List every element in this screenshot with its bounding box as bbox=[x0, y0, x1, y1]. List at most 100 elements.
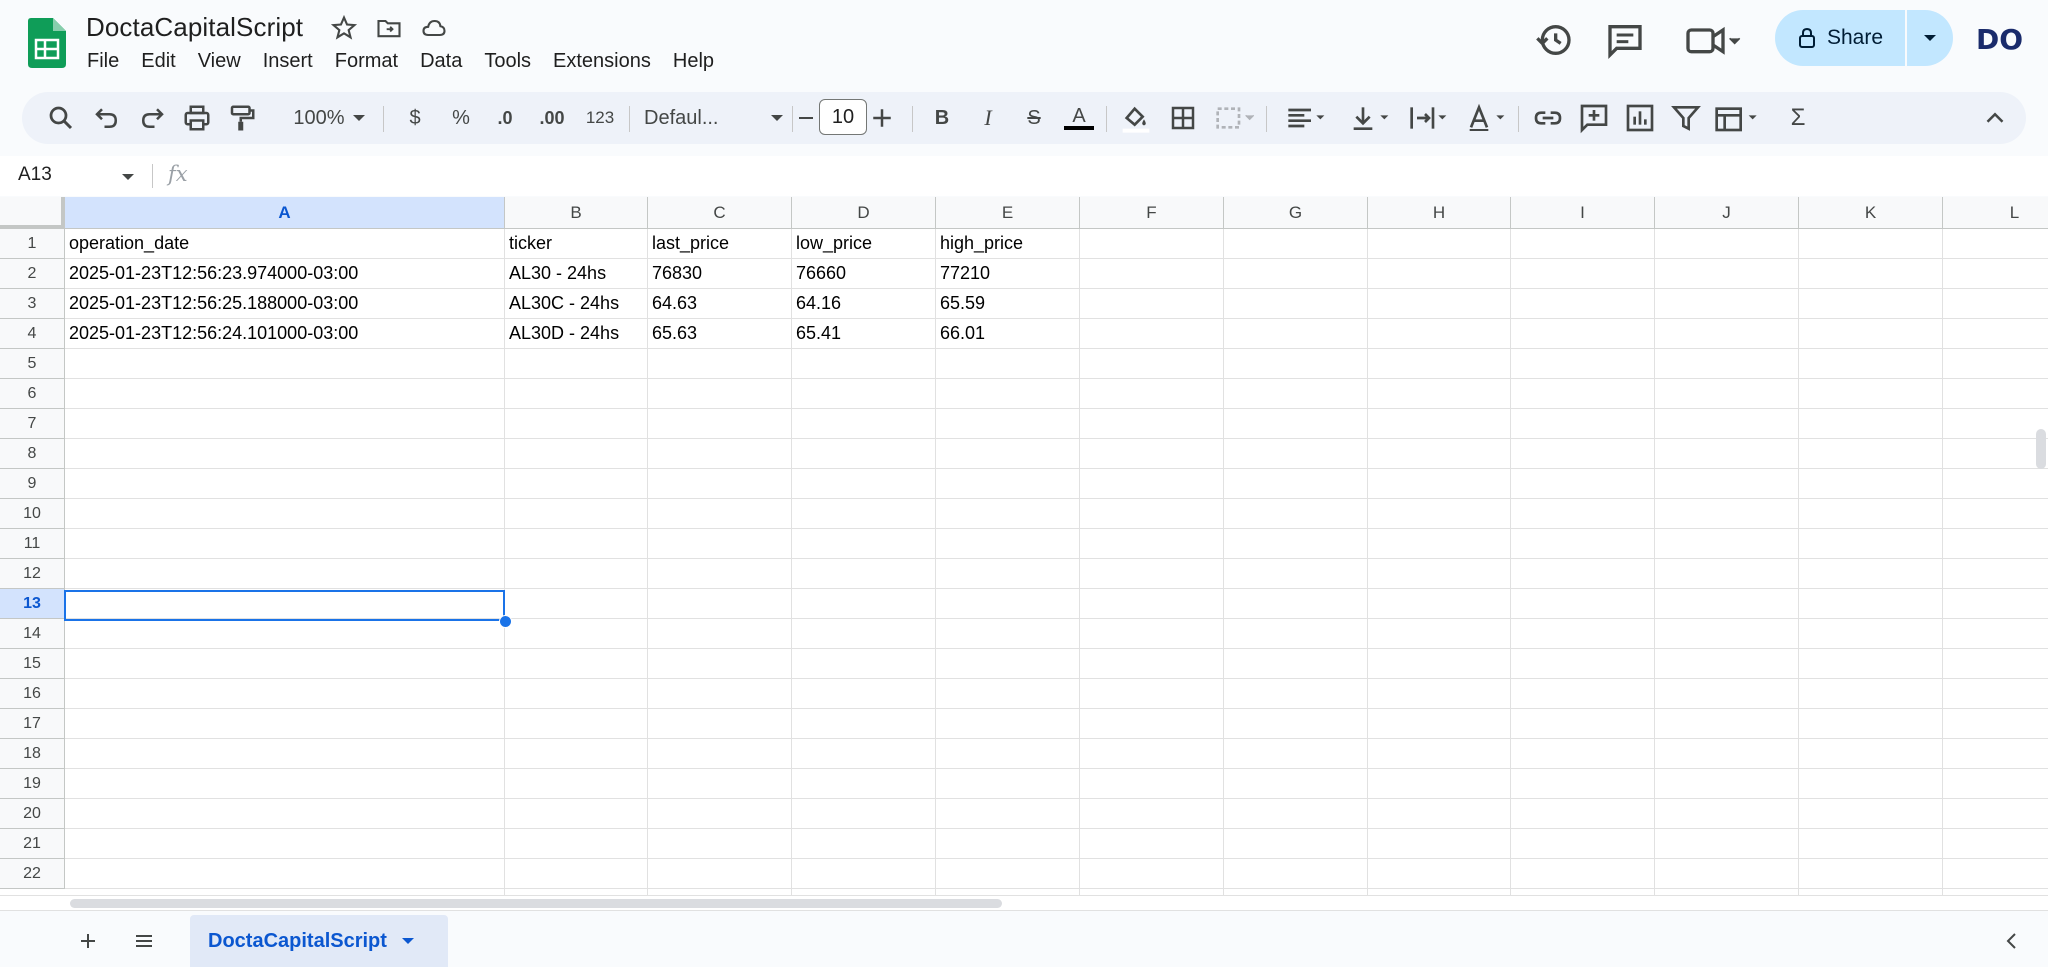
menu-edit[interactable]: Edit bbox=[130, 46, 186, 76]
borders-icon[interactable] bbox=[1168, 102, 1198, 134]
fill-color-icon[interactable] bbox=[1120, 102, 1152, 134]
row-header[interactable]: 7 bbox=[0, 409, 65, 439]
redo-icon[interactable] bbox=[137, 102, 167, 134]
cell-a2[interactable]: 2025-01-23T12:56:23.974000-03:00 bbox=[65, 259, 505, 289]
all-sheets-icon[interactable] bbox=[132, 929, 156, 953]
paint-format-icon[interactable] bbox=[227, 102, 257, 134]
valign-icon[interactable] bbox=[1348, 102, 1394, 134]
caret-down-icon[interactable] bbox=[121, 172, 135, 182]
vertical-scrollbar[interactable] bbox=[2036, 429, 2046, 469]
row-header[interactable]: 4 bbox=[0, 319, 65, 349]
align-icon[interactable] bbox=[1284, 102, 1330, 134]
insert-comment-icon[interactable] bbox=[1578, 102, 1610, 134]
row-header[interactable]: 2 bbox=[0, 259, 65, 289]
cell-b3[interactable]: AL30C - 24hs bbox=[505, 289, 648, 319]
cell-e3[interactable]: 65.59 bbox=[936, 289, 1080, 319]
row-header[interactable]: 18 bbox=[0, 739, 65, 769]
number-format-button[interactable]: 123 bbox=[580, 102, 620, 134]
meet-icon[interactable] bbox=[1683, 20, 1743, 60]
currency-format-button[interactable]: $ bbox=[400, 102, 430, 134]
link-icon[interactable] bbox=[1532, 102, 1564, 134]
merge-icon[interactable] bbox=[1212, 102, 1258, 134]
column-header-a[interactable]: A bbox=[65, 197, 505, 229]
row-header[interactable]: 17 bbox=[0, 709, 65, 739]
cell-b4[interactable]: AL30D - 24hs bbox=[505, 319, 648, 349]
increase-decimal-button[interactable]: .00 bbox=[532, 102, 572, 134]
selected-cell-outline[interactable] bbox=[64, 590, 505, 621]
row-header[interactable]: 16 bbox=[0, 679, 65, 709]
menu-file[interactable]: File bbox=[76, 46, 130, 76]
column-header-h[interactable]: H bbox=[1368, 197, 1511, 229]
row-header[interactable]: 10 bbox=[0, 499, 65, 529]
chevron-left-icon[interactable] bbox=[2000, 929, 2024, 953]
cell-b1[interactable]: ticker bbox=[505, 229, 648, 259]
text-color-button[interactable]: A bbox=[1062, 102, 1096, 134]
spreadsheet-grid[interactable]: A B C D E F G H I J K L 1 2 3 4 5 6 7 8 … bbox=[0, 197, 2048, 895]
filter-icon[interactable] bbox=[1670, 102, 1702, 134]
cell-e2[interactable]: 77210 bbox=[936, 259, 1080, 289]
search-icon[interactable] bbox=[46, 102, 76, 134]
row-header[interactable]: 11 bbox=[0, 529, 65, 559]
wrap-icon[interactable] bbox=[1406, 102, 1452, 134]
name-box[interactable]: A13 bbox=[18, 164, 52, 186]
column-header-b[interactable]: B bbox=[505, 197, 648, 229]
cell-c2[interactable]: 76830 bbox=[648, 259, 792, 289]
increase-font-size-icon[interactable] bbox=[867, 102, 897, 134]
avatar[interactable]: DO bbox=[1974, 18, 2024, 58]
column-header-e[interactable]: E bbox=[936, 197, 1080, 229]
row-header[interactable]: 12 bbox=[0, 559, 65, 589]
collapse-icon[interactable] bbox=[1980, 102, 2010, 134]
fill-handle[interactable] bbox=[499, 615, 512, 628]
row-header-selected[interactable]: 13 bbox=[0, 589, 65, 619]
column-header-g[interactable]: G bbox=[1224, 197, 1368, 229]
zoom-select[interactable]: 100% bbox=[280, 102, 380, 134]
percent-format-button[interactable]: % bbox=[446, 102, 476, 134]
column-header-l[interactable]: L bbox=[1943, 197, 2048, 229]
row-header[interactable]: 6 bbox=[0, 379, 65, 409]
menu-format[interactable]: Format bbox=[324, 46, 409, 76]
menu-insert[interactable]: Insert bbox=[252, 46, 324, 76]
font-select[interactable]: Defaul... bbox=[644, 102, 784, 134]
row-header[interactable]: 14 bbox=[0, 619, 65, 649]
cell-c4[interactable]: 65.63 bbox=[648, 319, 792, 349]
menu-help[interactable]: Help bbox=[662, 46, 725, 76]
document-title[interactable]: DoctaCapitalScript bbox=[86, 12, 303, 43]
formula-input[interactable] bbox=[200, 160, 2020, 192]
decrease-decimal-button[interactable]: .0 bbox=[487, 102, 523, 134]
cell-c1[interactable]: last_price bbox=[648, 229, 792, 259]
italic-button[interactable]: I bbox=[972, 102, 1004, 134]
cell-a1[interactable]: operation_date bbox=[65, 229, 505, 259]
cell-d3[interactable]: 64.16 bbox=[792, 289, 936, 319]
column-header-f[interactable]: F bbox=[1080, 197, 1224, 229]
select-all-corner[interactable] bbox=[0, 197, 65, 229]
cell-a4[interactable]: 2025-01-23T12:56:24.101000-03:00 bbox=[65, 319, 505, 349]
row-header[interactable]: 1 bbox=[0, 229, 65, 259]
row-header[interactable]: 22 bbox=[0, 859, 65, 889]
row-header[interactable]: 8 bbox=[0, 439, 65, 469]
strikethrough-button[interactable]: S bbox=[1018, 102, 1050, 134]
column-header-k[interactable]: K bbox=[1799, 197, 1943, 229]
cell-e1[interactable]: high_price bbox=[936, 229, 1080, 259]
cell-a3[interactable]: 2025-01-23T12:56:25.188000-03:00 bbox=[65, 289, 505, 319]
cell-d1[interactable]: low_price bbox=[792, 229, 936, 259]
chart-icon[interactable] bbox=[1624, 102, 1656, 134]
cloud-saved-icon[interactable] bbox=[420, 14, 448, 42]
decrease-font-size-icon[interactable] bbox=[794, 102, 818, 134]
cell-c3[interactable]: 64.63 bbox=[648, 289, 792, 319]
caret-down-icon[interactable] bbox=[401, 936, 415, 946]
rotate-icon[interactable] bbox=[1464, 102, 1510, 134]
comment-icon[interactable] bbox=[1605, 20, 1645, 60]
cell-d4[interactable]: 65.41 bbox=[792, 319, 936, 349]
row-header[interactable]: 9 bbox=[0, 469, 65, 499]
row-header[interactable]: 5 bbox=[0, 349, 65, 379]
share-button[interactable]: Share bbox=[1775, 10, 1953, 66]
sheet-tab[interactable]: DoctaCapitalScript bbox=[190, 915, 448, 967]
row-header[interactable]: 21 bbox=[0, 829, 65, 859]
column-header-i[interactable]: I bbox=[1511, 197, 1655, 229]
row-header[interactable]: 19 bbox=[0, 769, 65, 799]
menu-tools[interactable]: Tools bbox=[473, 46, 542, 76]
add-sheet-icon[interactable] bbox=[76, 929, 100, 953]
row-header[interactable]: 15 bbox=[0, 649, 65, 679]
cell-e4[interactable]: 66.01 bbox=[936, 319, 1080, 349]
sheets-logo-icon[interactable] bbox=[28, 18, 66, 68]
